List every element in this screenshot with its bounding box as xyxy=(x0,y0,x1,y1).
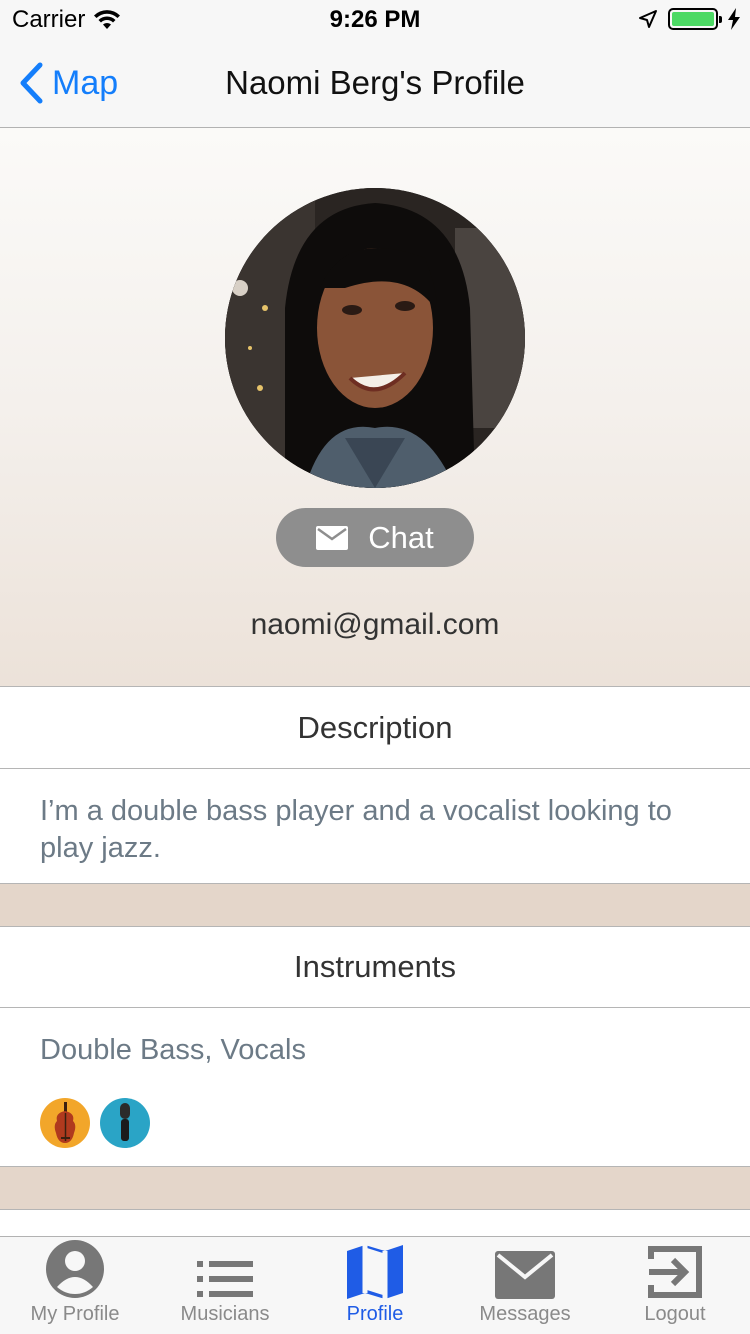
description-text: I’m a double bass player and a vocalist … xyxy=(40,795,672,864)
tab-logout[interactable]: Logout xyxy=(600,1237,750,1334)
battery-fill xyxy=(672,12,714,26)
tab-my-profile[interactable]: My Profile xyxy=(0,1237,150,1334)
map-icon xyxy=(347,1245,403,1299)
tab-bar: My Profile Musicians Profile Messages Lo… xyxy=(0,1236,750,1334)
tab-profile[interactable]: Profile xyxy=(300,1237,450,1334)
section-divider xyxy=(0,884,750,927)
profile-photo-icon xyxy=(225,188,525,488)
page-title: Naomi Berg's Profile xyxy=(225,64,525,101)
avatar xyxy=(225,188,525,488)
tab-messages[interactable]: Messages xyxy=(450,1237,600,1334)
envelope-icon xyxy=(316,525,349,550)
instrument-icons xyxy=(40,1098,150,1148)
description-body: I’m a double bass player and a vocalist … xyxy=(0,769,750,884)
instruments-text: Double Bass, Vocals xyxy=(40,1034,306,1066)
email-text: naomi@gmail.com xyxy=(250,608,500,641)
tab-label: Musicians xyxy=(180,1303,270,1325)
status-bar: Carrier 9:26 PM xyxy=(0,0,750,40)
tab-label: My Profile xyxy=(30,1303,120,1325)
description-header: Description xyxy=(0,688,750,769)
logout-icon xyxy=(648,1246,702,1298)
instruments-body: Double Bass, Vocals xyxy=(0,1008,750,1167)
chat-label: Chat xyxy=(368,519,434,555)
tab-label: Messages xyxy=(479,1303,571,1325)
instruments-header: Instruments xyxy=(0,927,750,1008)
tab-musicians[interactable]: Musicians xyxy=(150,1237,300,1334)
battery-icon xyxy=(668,8,722,30)
tab-label: Profile xyxy=(346,1303,404,1325)
microphone-icon xyxy=(100,1098,150,1148)
location-arrow-icon xyxy=(639,10,657,28)
profile-header: Chat naomi@gmail.com xyxy=(0,128,750,687)
envelope-icon xyxy=(495,1251,555,1299)
list-icon xyxy=(197,1261,253,1297)
section-divider xyxy=(0,1167,750,1210)
double-bass-icon xyxy=(40,1098,90,1148)
person-icon xyxy=(46,1240,104,1298)
status-right xyxy=(638,8,740,30)
navigation-bar: Map Naomi Berg's Profile xyxy=(0,40,750,128)
chat-button[interactable]: Chat xyxy=(276,508,474,567)
tab-label: Logout xyxy=(644,1303,706,1325)
charging-bolt-icon xyxy=(728,8,740,30)
